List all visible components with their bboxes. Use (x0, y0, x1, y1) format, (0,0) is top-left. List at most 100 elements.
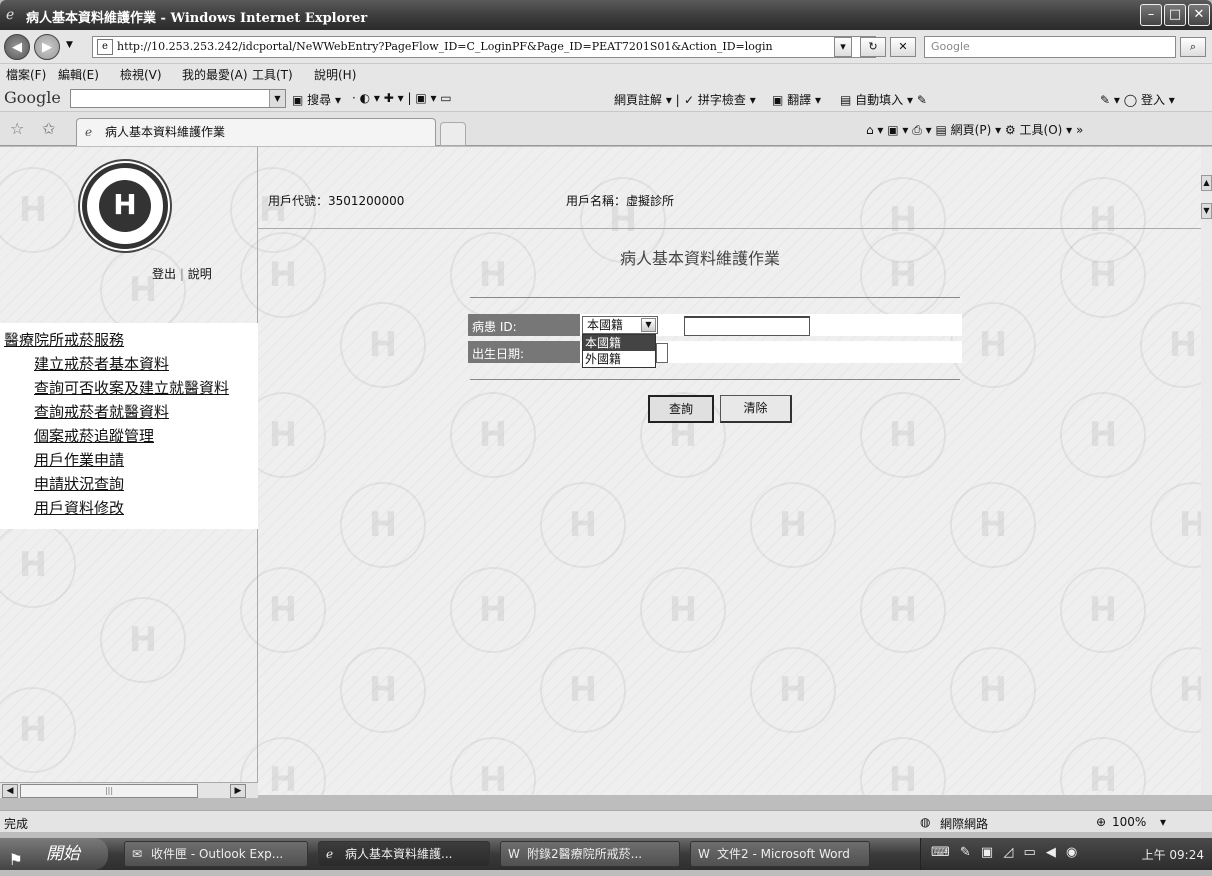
watermark-icon: H (1060, 567, 1146, 653)
option-domestic[interactable]: 本國籍 (583, 335, 655, 351)
help-link[interactable]: 說明 (188, 267, 212, 281)
forward-button[interactable]: ▶ (34, 34, 60, 60)
menu-edit[interactable]: 編輯(E) (58, 66, 99, 83)
notes-button[interactable]: 網頁註解 ▾ | (614, 91, 680, 108)
sidebar-item-query-medical[interactable]: 查詢戒菸者就醫資料 (34, 401, 169, 422)
chevron-down-icon[interactable]: ▼ (269, 90, 285, 107)
nationality-dropdown-list: 本國籍 外國籍 (582, 334, 656, 368)
chevron-down-icon[interactable]: ▼ (641, 318, 656, 332)
logout-link[interactable]: 登出 (152, 267, 176, 281)
nationality-select[interactable]: 本國籍 ▼ (582, 316, 658, 334)
url-field[interactable]: e http://10.253.253.242/idcportal/NeWWeb… (92, 36, 876, 58)
new-tab-button[interactable] (440, 122, 466, 146)
history-dropdown-icon[interactable]: ▼ (66, 40, 73, 50)
watermark-icon: H (540, 647, 626, 733)
spellcheck-button[interactable]: ✓ 拼字檢查 ▾ (684, 91, 756, 108)
watermark-icon: H (340, 647, 426, 733)
horizontal-scrollbar[interactable]: ◀ ||| ▶ (0, 782, 258, 798)
watermark-icon: H (450, 392, 536, 478)
tab-bar: ☆ ✩ ℯ 病人基本資料維護作業 ⌂ ▾ ▣ ▾ ⎙ ▾ ▤ 網頁(P) ▾ ⚙… (0, 112, 1212, 146)
tools-menu-label[interactable]: 工具(O) (1020, 123, 1063, 137)
menu-view[interactable]: 檢視(V) (120, 66, 162, 83)
watermark-icon: H (950, 482, 1036, 568)
system-tray: ⌨ ✎ ▣ ◿ ▭ ◀ ◉ 上午 09:24 (920, 838, 1212, 870)
patient-id-input[interactable] (684, 316, 810, 336)
word-icon: W (508, 847, 520, 861)
tray-icons[interactable]: ⌨ ✎ ▣ ◿ ▭ ◀ ◉ (931, 845, 1080, 860)
login-links: 登出 | 說明 (152, 265, 212, 282)
autofill-label: 自動填入 (855, 93, 904, 107)
stop-button[interactable]: ✕ (890, 37, 916, 57)
sidebar-item-create-basic[interactable]: 建立戒菸者基本資料 (34, 353, 169, 374)
logo-emblem-icon: H (99, 180, 151, 232)
scroll-left-icon[interactable]: ◀ (2, 784, 18, 798)
start-label: 開始 (46, 844, 80, 864)
scroll-down-icon[interactable]: ▼ (1201, 203, 1212, 219)
menu-tools[interactable]: 工具(T) (252, 66, 293, 83)
task-outlook[interactable]: ✉ 收件匣 - Outlook Exp... (124, 841, 308, 867)
search-input[interactable]: Google (924, 36, 1176, 58)
chevron-down-icon[interactable]: ▾ (1160, 815, 1166, 829)
outlook-icon: ✉ (132, 847, 143, 861)
watermark-icon: H (640, 567, 726, 653)
sidebar-item-user-apply[interactable]: 用戶作業申請 (34, 449, 124, 470)
page-menu-label[interactable]: 網頁(P) (951, 123, 992, 137)
watermark-icon: H (860, 232, 946, 318)
clear-button[interactable]: 清除 (720, 395, 792, 423)
spellcheck-label: 拼字檢查 (697, 93, 746, 107)
signin-button[interactable]: ✎ ▾ ◯ 登入 ▾ (1100, 91, 1175, 108)
sidebar-item-tracking[interactable]: 個案戒菸追蹤管理 (34, 425, 154, 446)
add-favorites-icon[interactable]: ✩ (42, 119, 55, 138)
favorites-star-icon[interactable]: ☆ (10, 119, 24, 138)
url-text: http://10.253.253.242/idcportal/NeWWebEn… (117, 40, 773, 53)
watermark-icon: H (860, 567, 946, 653)
translate-button[interactable]: ▣ 翻譯 ▾ (772, 91, 821, 108)
menu-heading[interactable]: 醫療院所戒菸服務 (4, 329, 124, 350)
divider (470, 379, 960, 380)
toolbar-extra-icons[interactable]: · ◐ ▾ ✚ ▾ | ▣ ▾ ▭ (352, 91, 452, 105)
autofill-button[interactable]: ▤ 自動填入 ▾ ✎ (840, 91, 927, 108)
minimize-button[interactable]: – (1140, 4, 1162, 26)
page-title: 病人基本資料維護作業 (620, 249, 781, 268)
task-label: 病人基本資料維護... (345, 847, 453, 861)
google-search-label: 搜尋 (307, 93, 332, 107)
scroll-right-icon[interactable]: ▶ (230, 784, 246, 798)
menu-help[interactable]: 說明(H) (314, 66, 356, 83)
status-text: 完成 (4, 817, 29, 831)
menu-favorites[interactable]: 我的最愛(A) (182, 66, 248, 83)
user-name-label: 用戶名稱：虛擬診所 (566, 194, 675, 208)
back-button[interactable]: ◀ (4, 34, 30, 60)
tab-active[interactable]: ℯ 病人基本資料維護作業 (76, 118, 436, 146)
google-search-button[interactable]: ▣ 搜尋 ▾ (292, 91, 341, 108)
close-button[interactable]: ✕ (1188, 4, 1210, 26)
zoom-level[interactable]: 100% (1112, 815, 1146, 829)
sidebar-item-apply-status[interactable]: 申請狀況查詢 (34, 473, 124, 494)
scroll-thumb[interactable]: ||| (20, 784, 198, 798)
menu-file[interactable]: 檔案(F) (6, 66, 46, 83)
sidebar-item-query-admission[interactable]: 查詢可否收案及建立就醫資料 (34, 377, 229, 398)
ie-icon: ℯ (326, 847, 334, 861)
title-bar: ℯ 病人基本資料維護作業 - Windows Internet Explorer… (0, 0, 1212, 30)
sidebar-item-user-edit[interactable]: 用戶資料修改 (34, 497, 124, 518)
query-button[interactable]: 查詢 (648, 395, 714, 423)
refresh-button[interactable]: ↻ (860, 37, 886, 57)
vertical-scrollbar[interactable]: ▲ ▼ (1201, 147, 1212, 795)
patient-id-label: 病患 ID: (472, 320, 517, 334)
search-button[interactable]: ⌕ (1180, 37, 1206, 57)
birthdate-input[interactable] (656, 343, 668, 363)
scroll-up-icon[interactable]: ▲ (1201, 175, 1212, 191)
ie-icon: ℯ (85, 125, 93, 139)
url-dropdown-button[interactable]: ▾ (834, 37, 852, 57)
command-bar[interactable]: ⌂ ▾ ▣ ▾ ⎙ ▾ ▤ 網頁(P) ▾ ⚙ 工具(O) ▾ » (866, 121, 1083, 138)
start-button[interactable]: ⚑ 開始 (0, 838, 108, 870)
watermark-icon: H (950, 302, 1036, 388)
google-search-input[interactable]: ▼ (70, 89, 286, 108)
globe-icon: ◍ (920, 815, 931, 829)
task-word-doc[interactable]: W 文件2 - Microsoft Word (690, 841, 870, 867)
maximize-button[interactable]: □ (1164, 4, 1186, 26)
google-toolbar: Google ▼ ▣ 搜尋 ▾ · ◐ ▾ ✚ ▾ | ▣ ▾ ▭ 網頁註解 ▾… (0, 84, 1212, 112)
option-foreign[interactable]: 外國籍 (583, 351, 655, 367)
watermark-icon: H (540, 482, 626, 568)
task-ie[interactable]: ℯ 病人基本資料維護... (318, 841, 490, 867)
task-word-appendix[interactable]: W 附錄2醫療院所戒菸... (500, 841, 680, 867)
